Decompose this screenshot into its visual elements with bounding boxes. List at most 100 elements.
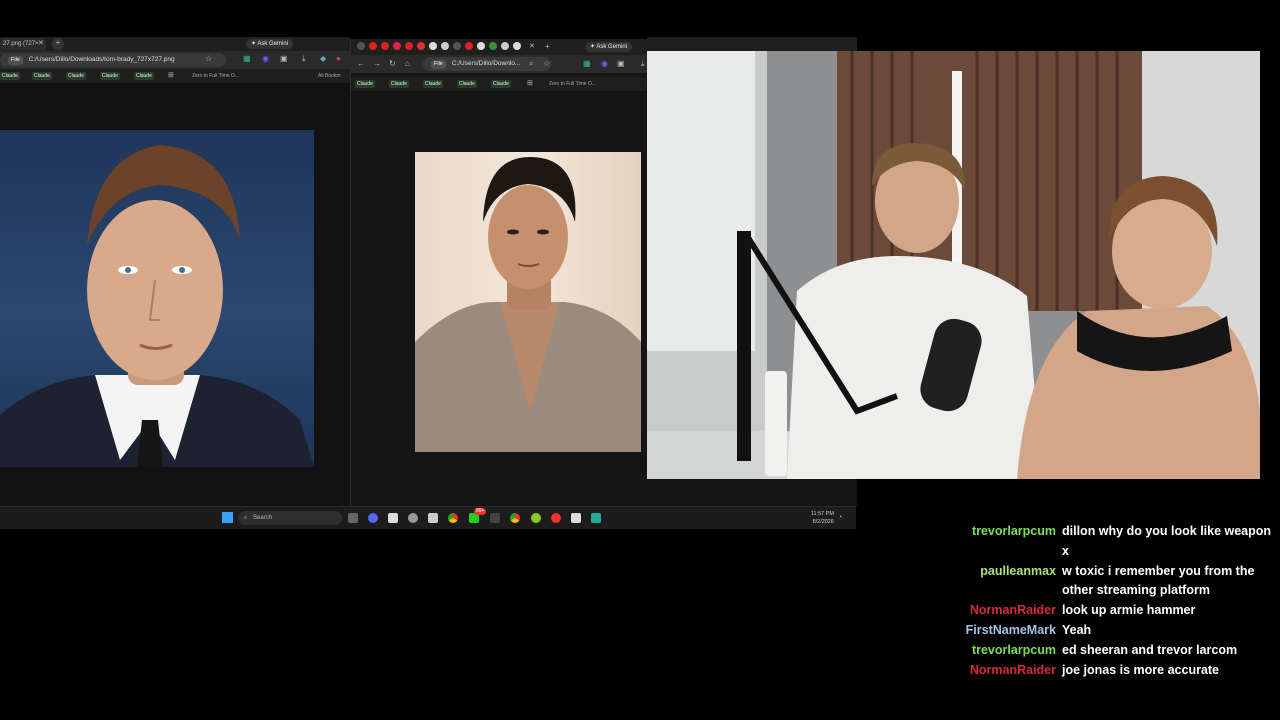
bookmark-zero-to-full-time[interactable]: Zero to Full Time O... xyxy=(547,80,598,88)
search-icon: ⌕ xyxy=(244,515,248,521)
chat-message: NormanRaider look up armie hammer xyxy=(900,601,1278,621)
download-icon[interactable]: ⤓ xyxy=(302,54,306,64)
task-view-icon[interactable] xyxy=(348,513,358,523)
bookmark-claude[interactable]: Claude xyxy=(355,80,375,88)
app-icon[interactable]: ▣ xyxy=(617,59,625,69)
chat-message-text: joe jonas is more accurate xyxy=(1062,663,1220,677)
tab-favicon[interactable] xyxy=(429,42,437,50)
webcam-feed xyxy=(647,51,1260,479)
star-icon[interactable]: ☆ xyxy=(205,54,212,64)
windows-start-icon[interactable] xyxy=(222,512,233,523)
app-icon[interactable] xyxy=(591,513,601,523)
tab-favicon[interactable] xyxy=(369,42,377,50)
app-icon[interactable]: ▦ xyxy=(583,59,591,69)
bookmark-claude[interactable]: Claude xyxy=(134,72,154,80)
bookmark-claude[interactable]: Claude xyxy=(100,72,120,80)
tab-favicon[interactable] xyxy=(501,42,509,50)
settings-icon[interactable] xyxy=(408,513,418,523)
tab-favicon[interactable] xyxy=(465,42,473,50)
clock-date: 8/2/2026 xyxy=(812,519,834,525)
star-icon[interactable]: ☆ xyxy=(543,59,550,69)
bookmark-claude[interactable]: Claude xyxy=(491,80,511,88)
app-icon[interactable]: ◉ xyxy=(601,59,608,69)
app-icon[interactable]: ◉ xyxy=(262,54,269,64)
close-icon[interactable]: ✕ xyxy=(38,39,44,49)
portrait-illustration xyxy=(415,157,641,452)
chrome-icon[interactable] xyxy=(510,513,520,523)
address-bar[interactable]: File C:/Users/Dillo/Downloads/tom-brady_… xyxy=(0,53,226,67)
discord-icon[interactable] xyxy=(368,513,378,523)
chat-username[interactable]: NormanRaider xyxy=(900,601,1062,621)
file-label: File xyxy=(8,56,23,65)
webcam-scene xyxy=(647,51,1260,479)
app-icon[interactable]: ▦ xyxy=(243,54,251,64)
tab-favicon[interactable] xyxy=(453,42,461,50)
app-icon[interactable] xyxy=(490,513,500,523)
reload-icon[interactable]: ↻ xyxy=(389,59,396,69)
clock-time: 11:57 PM xyxy=(810,511,834,517)
tab-favicon[interactable] xyxy=(513,42,521,50)
chat-username[interactable]: trevorlarpcum xyxy=(900,522,1062,542)
chat-message: trevorlarpcum ed sheeran and trevor larc… xyxy=(900,641,1278,661)
taskbar-search[interactable]: ⌕ Search xyxy=(238,511,342,525)
notification-badge: 99+ xyxy=(474,508,487,515)
bookmark-claude[interactable]: Claude xyxy=(0,72,20,80)
back-icon[interactable]: ← xyxy=(357,59,365,69)
download-icon[interactable]: ⤓ xyxy=(641,59,645,69)
app-icon[interactable] xyxy=(428,513,438,523)
zoom-icon[interactable]: ⌕ xyxy=(529,59,533,69)
extension-icon[interactable]: ◆ xyxy=(320,54,326,64)
tab-favicon[interactable] xyxy=(417,42,425,50)
system-clock[interactable]: 11:57 PM 8/2/2026 xyxy=(811,510,834,526)
portrait-image xyxy=(0,130,314,467)
url-text: C:/Users/Dillo/Downloads/tom-brady_727x7… xyxy=(28,56,175,63)
chat-message: FirstNameMark Yeah xyxy=(900,621,1278,641)
tab-favicon[interactable] xyxy=(405,42,413,50)
portrait-illustration xyxy=(0,145,314,467)
app-icon[interactable] xyxy=(531,513,541,523)
tab-favicon[interactable] xyxy=(441,42,449,50)
all-bookmarks[interactable]: All Bookm xyxy=(316,72,343,80)
tab-favicon[interactable] xyxy=(489,42,497,50)
app-icon[interactable] xyxy=(551,513,561,523)
chrome-icon[interactable] xyxy=(448,513,458,523)
app-icon[interactable] xyxy=(571,513,581,523)
apps-grid-icon[interactable]: ⊞ xyxy=(527,79,533,89)
search-placeholder: Search xyxy=(253,515,273,521)
new-tab-icon[interactable]: + xyxy=(545,42,550,52)
close-icon[interactable]: ✕ xyxy=(529,42,535,52)
bookmark-claude[interactable]: Claude xyxy=(32,72,52,80)
apps-grid-icon[interactable]: ⊞ xyxy=(168,71,174,81)
file-label: File xyxy=(431,60,446,69)
home-icon[interactable]: ⌂ xyxy=(405,59,410,69)
chat-message-text: dillon why do you look like weapon x xyxy=(1062,524,1272,558)
bookmarks-bar: Claude Claude Claude Claude Claude ⊞ Zer… xyxy=(0,69,350,83)
tab-favicon[interactable] xyxy=(477,42,485,50)
notification-icon[interactable]: ◔ xyxy=(838,513,842,523)
forward-icon[interactable]: → xyxy=(373,59,381,69)
bookmark-claude[interactable]: Claude xyxy=(389,80,409,88)
ask-gemini-button[interactable]: ✦ Ask Gemini xyxy=(246,39,294,49)
bookmark-claude[interactable]: Claude xyxy=(457,80,477,88)
chat-message: paulleanmax w toxic i remember you from … xyxy=(900,562,1278,601)
tab-favicon[interactable] xyxy=(393,42,401,50)
bookmark-zero-to-full-time[interactable]: Zero to Full Time O... xyxy=(190,72,241,80)
bookmark-claude[interactable]: Claude xyxy=(423,80,443,88)
chat-overlay: trevorlarpcum dillon why do you look lik… xyxy=(900,522,1278,681)
chat-username[interactable]: paulleanmax xyxy=(900,562,1062,582)
profile-icon[interactable]: ● xyxy=(336,54,341,64)
app-icon[interactable]: ▣ xyxy=(280,54,288,64)
tab-favicon[interactable] xyxy=(381,42,389,50)
bookmark-claude[interactable]: Claude xyxy=(66,72,86,80)
ask-gemini-button[interactable]: ✦ Ask Gemini xyxy=(585,42,633,52)
tab-title: 27.png (727× xyxy=(3,41,39,47)
chat-username[interactable]: FirstNameMark xyxy=(900,621,1062,641)
chat-username[interactable]: NormanRaider xyxy=(900,661,1062,681)
tab-favicon[interactable] xyxy=(357,42,365,50)
new-tab-icon[interactable]: + xyxy=(52,38,64,50)
chat-message: trevorlarpcum dillon why do you look lik… xyxy=(900,522,1278,561)
app-icon[interactable] xyxy=(388,513,398,523)
url-text: C:/Users/Dillo/Downlo... xyxy=(451,60,521,67)
chat-username[interactable]: trevorlarpcum xyxy=(900,641,1062,661)
chat-message: NormanRaider joe jonas is more accurate xyxy=(900,661,1278,681)
